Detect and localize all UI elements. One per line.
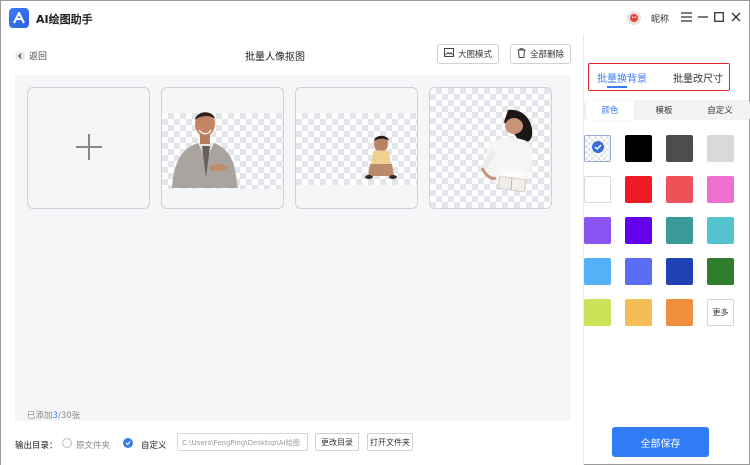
trash-icon: [517, 47, 526, 61]
close-icon[interactable]: [729, 10, 743, 24]
color-swatch[interactable]: [625, 135, 652, 162]
menu-icon[interactable]: [679, 10, 693, 24]
man-in-suit-cutout: [172, 112, 238, 188]
color-swatch[interactable]: [625, 217, 652, 244]
back-label: 返回: [29, 52, 48, 62]
selected-check-icon: [591, 141, 604, 156]
color-swatch[interactable]: [625, 176, 652, 203]
color-swatch[interactable]: [625, 299, 652, 326]
app-title: AI绘图助手: [36, 13, 93, 26]
image-card[interactable]: [161, 87, 284, 209]
woman-reading-cutout: [480, 109, 533, 193]
page-title: 批量人像抠图: [245, 52, 305, 63]
color-swatch[interactable]: [666, 176, 693, 203]
delete-all-button[interactable]: 全部删除: [510, 44, 572, 64]
toolbar: 返回 批量人像抠图 大图模式 全部删除: [1, 35, 583, 75]
color-swatch[interactable]: [584, 299, 611, 326]
output-path-field[interactable]: C:\Users\FengPing\Desktop\AI绘图: [177, 433, 308, 451]
color-swatch[interactable]: [666, 217, 693, 244]
color-swatch[interactable]: [584, 176, 611, 203]
child-crouching-cutout: [365, 135, 397, 179]
color-swatch[interactable]: [666, 258, 693, 285]
color-swatch[interactable]: [666, 299, 693, 326]
large-mode-button[interactable]: 大图模式: [437, 44, 500, 64]
large-mode-label: 大图模式: [458, 50, 493, 60]
image-icon: [444, 48, 454, 60]
color-swatch[interactable]: [625, 258, 652, 285]
background-type-segment: 颜色 模板 自定义: [584, 100, 750, 120]
output-bar: 输出目录： 原文件夹 自定义 C:\Users\FengPing\Desktop…: [1, 427, 583, 465]
custom-folder-label[interactable]: 自定义: [141, 439, 167, 451]
color-swatch[interactable]: [584, 217, 611, 244]
user-name[interactable]: 昵称: [651, 12, 669, 25]
tab-batch-background[interactable]: 批量换背景: [597, 70, 647, 85]
image-workspace: 已添加3/30张: [15, 75, 571, 421]
color-swatch[interactable]: [707, 135, 734, 162]
segment-custom[interactable]: 自定义: [692, 100, 748, 120]
color-swatch[interactable]: [666, 135, 693, 162]
open-folder-button[interactable]: 打开文件夹: [367, 433, 413, 451]
back-button[interactable]: 返回: [15, 49, 47, 62]
color-swatch[interactable]: [707, 217, 734, 244]
title-bar: AI绘图助手 昵称: [1, 1, 749, 35]
color-swatch-transparent[interactable]: [584, 135, 611, 162]
plus-icon: [75, 133, 103, 164]
color-swatch[interactable]: [584, 258, 611, 285]
app-window: AI绘图助手 昵称 返回 批量人像抠图 大图模式 全部删除 已添加3/30张 输…: [0, 0, 750, 465]
segment-template[interactable]: 模板: [640, 100, 688, 120]
image-card[interactable]: [295, 87, 418, 209]
save-all-button[interactable]: 全部保存: [612, 427, 709, 457]
tab-group: 批量换背景 批量改尺寸: [588, 63, 730, 91]
radio-custom[interactable]: [123, 438, 133, 448]
color-swatch[interactable]: [707, 176, 734, 203]
change-dir-button[interactable]: 更改目录: [315, 433, 359, 451]
delete-all-label: 全部删除: [530, 50, 565, 60]
output-dir-label: 输出目录：: [15, 441, 58, 451]
user-avatar-icon[interactable]: [627, 11, 641, 25]
maximize-icon[interactable]: [712, 10, 726, 24]
image-card[interactable]: [429, 87, 552, 209]
active-tab-indicator: [607, 86, 627, 88]
added-count-text: 已添加3/30张: [27, 411, 81, 421]
add-image-button[interactable]: [27, 87, 150, 209]
radio-original-folder[interactable]: [62, 438, 72, 448]
app-logo-icon: [9, 8, 29, 28]
right-panel: 批量换背景 批量改尺寸 颜色 模板 自定义 更多 全部保存: [584, 35, 750, 465]
left-pane: 返回 批量人像抠图 大图模式 全部删除 已添加3/30张 输出目录： 原文件夹 …: [1, 35, 583, 465]
tab-batch-resize[interactable]: 批量改尺寸: [673, 70, 723, 85]
minimize-icon[interactable]: [696, 10, 710, 24]
back-arrow-icon: [15, 50, 25, 61]
color-swatch[interactable]: [707, 258, 734, 285]
more-colors-button[interactable]: 更多: [707, 299, 734, 326]
segment-color[interactable]: 颜色: [586, 100, 634, 120]
original-folder-label[interactable]: 原文件夹: [76, 439, 110, 451]
